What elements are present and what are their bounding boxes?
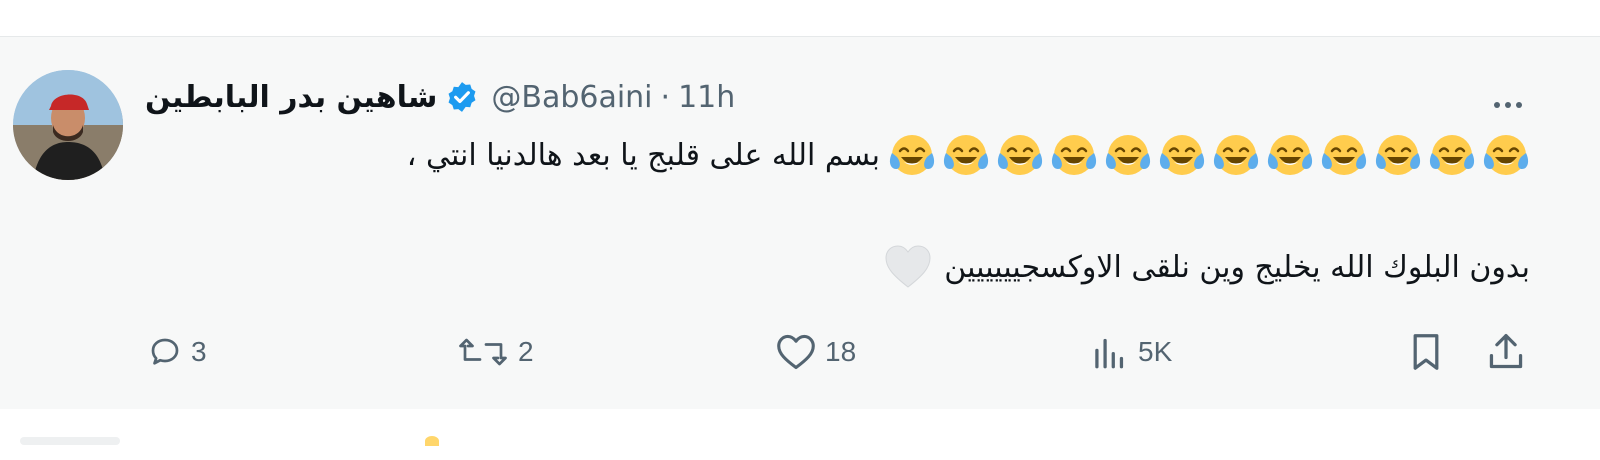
analytics-icon	[1090, 334, 1130, 370]
reply-icon	[147, 334, 183, 370]
tweet-actions: 3 2 18 5K	[0, 327, 1600, 377]
tears-of-joy-icon	[997, 135, 1043, 175]
tears-of-joy-icon	[1105, 135, 1151, 175]
views-button[interactable]: 5K	[1090, 327, 1172, 377]
separator-dot: ·	[660, 79, 671, 115]
like-button[interactable]: 18	[775, 327, 856, 377]
tweet-text-line-2: بدون البلوك الله يخليج وين نلقى الاوكسجي…	[884, 242, 1530, 292]
tears-of-joy-icon	[1483, 135, 1529, 175]
tears-of-joy-icon	[1321, 135, 1367, 175]
repost-count: 2	[518, 336, 534, 367]
share-icon	[1486, 332, 1526, 372]
tweet-header: شاهين بدر البابطين @Bab6aini · 11h	[145, 77, 735, 117]
tears-of-joy-icon	[1429, 135, 1475, 175]
more-options-icon[interactable]	[1486, 95, 1530, 115]
tears-of-joy-icon	[1267, 135, 1313, 175]
next-tweet-emoji-edge	[425, 436, 439, 446]
like-count: 18	[825, 336, 857, 367]
timestamp[interactable]: 11h	[678, 80, 735, 115]
share-button[interactable]	[1486, 327, 1526, 377]
white-heart-icon	[884, 245, 932, 289]
verified-badge-icon	[445, 80, 479, 114]
user-handle[interactable]: @Bab6aini	[491, 80, 652, 115]
heart-icon	[775, 333, 817, 371]
next-tweet-edge	[0, 409, 1600, 460]
tears-of-joy-icon	[1159, 135, 1205, 175]
tears-of-joy-icon	[1051, 135, 1097, 175]
laughing-emoji-row	[888, 131, 1530, 179]
repost-button[interactable]: 2	[456, 327, 534, 377]
tweet-text-1: بسم الله على قلبج يا بعد هالدنيا انتي ،	[406, 137, 880, 173]
repost-icon	[456, 334, 510, 370]
bookmark-button[interactable]	[1408, 327, 1444, 377]
tears-of-joy-icon	[1213, 135, 1259, 175]
tweet-text-line-1: بسم الله على قلبج يا بعد هالدنيا انتي ،	[407, 129, 1530, 181]
tweet-text-2: بدون البلوك الله يخليج وين نلقى الاوكسجي…	[944, 249, 1530, 285]
next-tweet-avatar-edge	[20, 437, 120, 445]
reply-button[interactable]: 3	[147, 327, 207, 377]
tears-of-joy-icon	[943, 135, 989, 175]
tweet-card[interactable]: شاهين بدر البابطين @Bab6aini · 11h بسم ا…	[0, 37, 1600, 409]
tears-of-joy-icon	[1375, 135, 1421, 175]
previous-tweet-edge	[0, 0, 1600, 37]
views-count: 5K	[1138, 336, 1173, 367]
display-name[interactable]: شاهين بدر البابطين	[145, 80, 437, 115]
reply-count: 3	[191, 336, 207, 367]
tears-of-joy-icon	[889, 135, 935, 175]
bookmark-icon	[1408, 332, 1444, 372]
avatar[interactable]	[13, 70, 123, 180]
